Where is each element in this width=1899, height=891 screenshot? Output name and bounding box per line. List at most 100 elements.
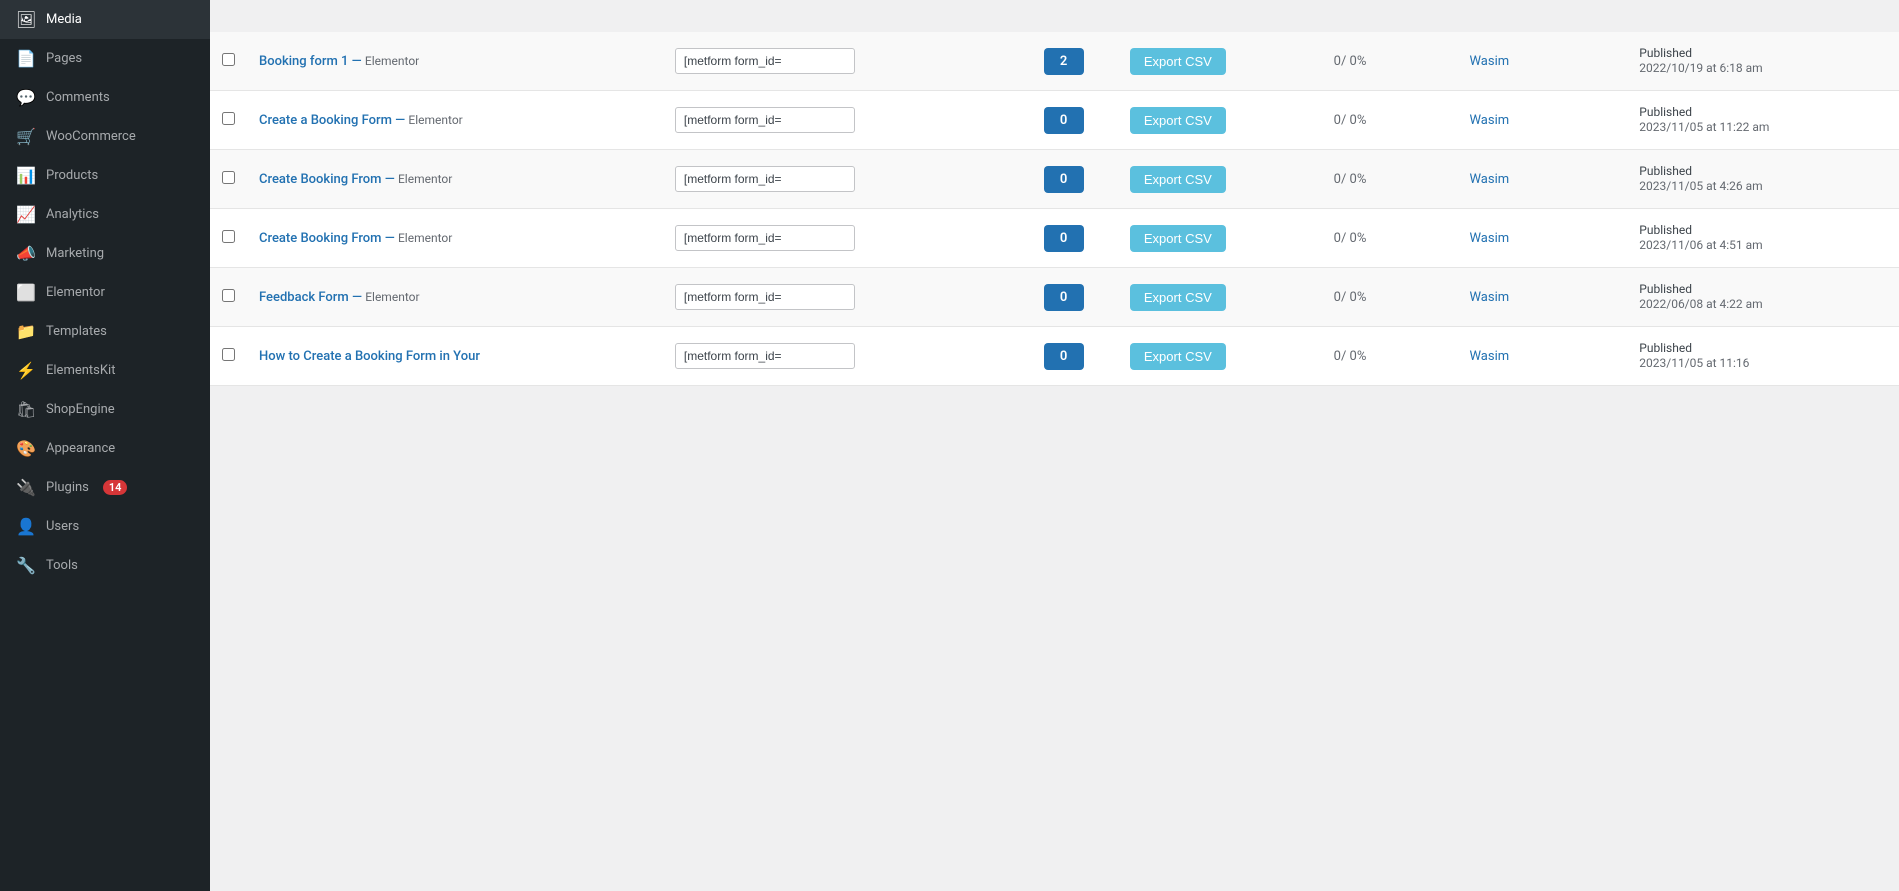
sidebar-label-analytics: Analytics — [46, 207, 99, 222]
tools-icon: 🔧 — [16, 556, 36, 575]
author-link-5[interactable]: Wasim — [1469, 349, 1509, 364]
author-link-3[interactable]: Wasim — [1469, 231, 1509, 246]
export-csv-button-3[interactable]: Export CSV — [1130, 225, 1226, 252]
author-cell-4: Wasim — [1457, 268, 1627, 327]
shortcode-input-1[interactable] — [675, 107, 855, 133]
sidebar-label-users: Users — [46, 519, 79, 534]
form-subtitle-4: Elementor — [365, 290, 419, 304]
export-cell-5: Export CSV — [1118, 327, 1322, 386]
sidebar-item-media[interactable]: 🖼Media — [0, 0, 210, 39]
sidebar-item-pages[interactable]: 📄 Pages — [0, 39, 210, 78]
date-cell-5: Published 2023/11/05 at 11:16 — [1627, 327, 1899, 386]
form-title-link-4[interactable]: Feedback Form — — [259, 290, 362, 305]
sidebar-item-woocommerce[interactable]: 🛒WooCommerce — [0, 117, 210, 156]
sidebar-item-elementor[interactable]: ⬜Elementor — [0, 273, 210, 312]
stats-cell-1: 0/ 0% — [1322, 91, 1458, 150]
export-csv-button-5[interactable]: Export CSV — [1130, 343, 1226, 370]
export-cell-0: Export CSV — [1118, 32, 1322, 91]
export-csv-button-1[interactable]: Export CSV — [1130, 107, 1226, 134]
count-cell-3: 0 — [1009, 209, 1118, 268]
date-text-2: 2023/11/05 at 4:26 am — [1639, 179, 1762, 193]
sidebar-item-shopengine[interactable]: 🛍ShopEngine — [0, 390, 210, 429]
published-label-5: Published — [1639, 341, 1692, 355]
sidebar-item-users[interactable]: 👤Users — [0, 507, 210, 546]
count-cell-5: 0 — [1009, 327, 1118, 386]
sidebar-item-products[interactable]: 📊 Products — [0, 156, 210, 195]
pages-icon: 📄 — [16, 49, 36, 68]
shortcode-cell-5 — [663, 327, 1009, 386]
products-icon: 📊 — [16, 166, 36, 185]
form-title-cell-3: Create Booking From — Elementor — [247, 209, 663, 268]
row-checkbox-3[interactable] — [222, 230, 235, 243]
shortcode-input-5[interactable] — [675, 343, 855, 369]
published-label-3: Published — [1639, 223, 1692, 237]
sidebar-label-media: Media — [46, 12, 82, 27]
sidebar-label-products: Products — [46, 168, 98, 183]
shortcode-input-2[interactable] — [675, 166, 855, 192]
export-csv-button-0[interactable]: Export CSV — [1130, 48, 1226, 75]
export-csv-button-4[interactable]: Export CSV — [1130, 284, 1226, 311]
shortcode-input-4[interactable] — [675, 284, 855, 310]
date-text-1: 2023/11/05 at 11:22 am — [1639, 120, 1769, 134]
export-cell-1: Export CSV — [1118, 91, 1322, 150]
date-cell-0: Published 2022/10/19 at 6:18 am — [1627, 32, 1899, 91]
sidebar-item-comments[interactable]: 💬Comments — [0, 78, 210, 117]
plugins-icon: 🔌 — [16, 478, 36, 497]
row-checkbox-0[interactable] — [222, 53, 235, 66]
form-title-link-5[interactable]: How to Create a Booking Form in Your — [259, 349, 480, 364]
sidebar-label-elementskit: ElementsKit — [46, 363, 115, 378]
form-subtitle-1: Elementor — [408, 113, 462, 127]
table-row: Create Booking From — Elementor 0 Export… — [210, 150, 1899, 209]
row-checkbox-5[interactable] — [222, 348, 235, 361]
sidebar-item-templates[interactable]: 📁Templates — [0, 312, 210, 351]
form-title-link-3[interactable]: Create Booking From — — [259, 231, 395, 246]
stats-cell-2: 0/ 0% — [1322, 150, 1458, 209]
shortcode-cell-1 — [663, 91, 1009, 150]
date-text-0: 2022/10/19 at 6:18 am — [1639, 61, 1762, 75]
comments-icon: 💬 — [16, 88, 36, 107]
row-checkbox-1[interactable] — [222, 112, 235, 125]
shortcode-input-3[interactable] — [675, 225, 855, 251]
sidebar-item-plugins[interactable]: 🔌Plugins14 — [0, 468, 210, 507]
form-title-link-0[interactable]: Booking form 1 — — [259, 54, 362, 69]
sidebar-item-tools[interactable]: 🔧Tools — [0, 546, 210, 585]
form-title-link-2[interactable]: Create Booking From — — [259, 172, 395, 187]
elementskit-icon: ⚡ — [16, 361, 36, 380]
sidebar-item-appearance[interactable]: 🎨Appearance — [0, 429, 210, 468]
export-cell-4: Export CSV — [1118, 268, 1322, 327]
stats-cell-4: 0/ 0% — [1322, 268, 1458, 327]
stats-cell-5: 0/ 0% — [1322, 327, 1458, 386]
sidebar-label-shopengine: ShopEngine — [46, 402, 115, 417]
shortcode-input-0[interactable] — [675, 48, 855, 74]
row-checkbox-cell — [210, 150, 247, 209]
table-row: Create Booking From — Elementor 0 Export… — [210, 209, 1899, 268]
count-badge-2: 0 — [1044, 166, 1084, 193]
sidebar-item-analytics[interactable]: 📈Analytics — [0, 195, 210, 234]
marketing-icon: 📣 — [16, 244, 36, 263]
form-title-link-1[interactable]: Create a Booking Form — — [259, 113, 405, 128]
author-link-1[interactable]: Wasim — [1469, 113, 1509, 128]
author-link-2[interactable]: Wasim — [1469, 172, 1509, 187]
form-title-cell-5: How to Create a Booking Form in Your — [247, 327, 663, 386]
form-title-cell-2: Create Booking From — Elementor — [247, 150, 663, 209]
shortcode-cell-2 — [663, 150, 1009, 209]
author-link-0[interactable]: Wasim — [1469, 54, 1509, 69]
sidebar-item-marketing[interactable]: 📣Marketing — [0, 234, 210, 273]
shortcode-cell-3 — [663, 209, 1009, 268]
sidebar-item-elementskit[interactable]: ⚡ ElementsKit — [0, 351, 210, 390]
forms-table: Booking form 1 — Elementor 2 Export CSV … — [210, 32, 1899, 386]
row-checkbox-cell — [210, 209, 247, 268]
stats-text-1: 0/ 0% — [1334, 113, 1367, 128]
export-csv-button-2[interactable]: Export CSV — [1130, 166, 1226, 193]
date-cell-3: Published 2023/11/06 at 4:51 am — [1627, 209, 1899, 268]
author-link-4[interactable]: Wasim — [1469, 290, 1509, 305]
stats-text-3: 0/ 0% — [1334, 231, 1367, 246]
row-checkbox-4[interactable] — [222, 289, 235, 302]
stats-cell-0: 0/ 0% — [1322, 32, 1458, 91]
row-checkbox-2[interactable] — [222, 171, 235, 184]
date-cell-1: Published 2023/11/05 at 11:22 am — [1627, 91, 1899, 150]
export-cell-3: Export CSV — [1118, 209, 1322, 268]
sidebar-label-pages: Pages — [46, 51, 82, 66]
row-checkbox-cell — [210, 327, 247, 386]
count-cell-1: 0 — [1009, 91, 1118, 150]
